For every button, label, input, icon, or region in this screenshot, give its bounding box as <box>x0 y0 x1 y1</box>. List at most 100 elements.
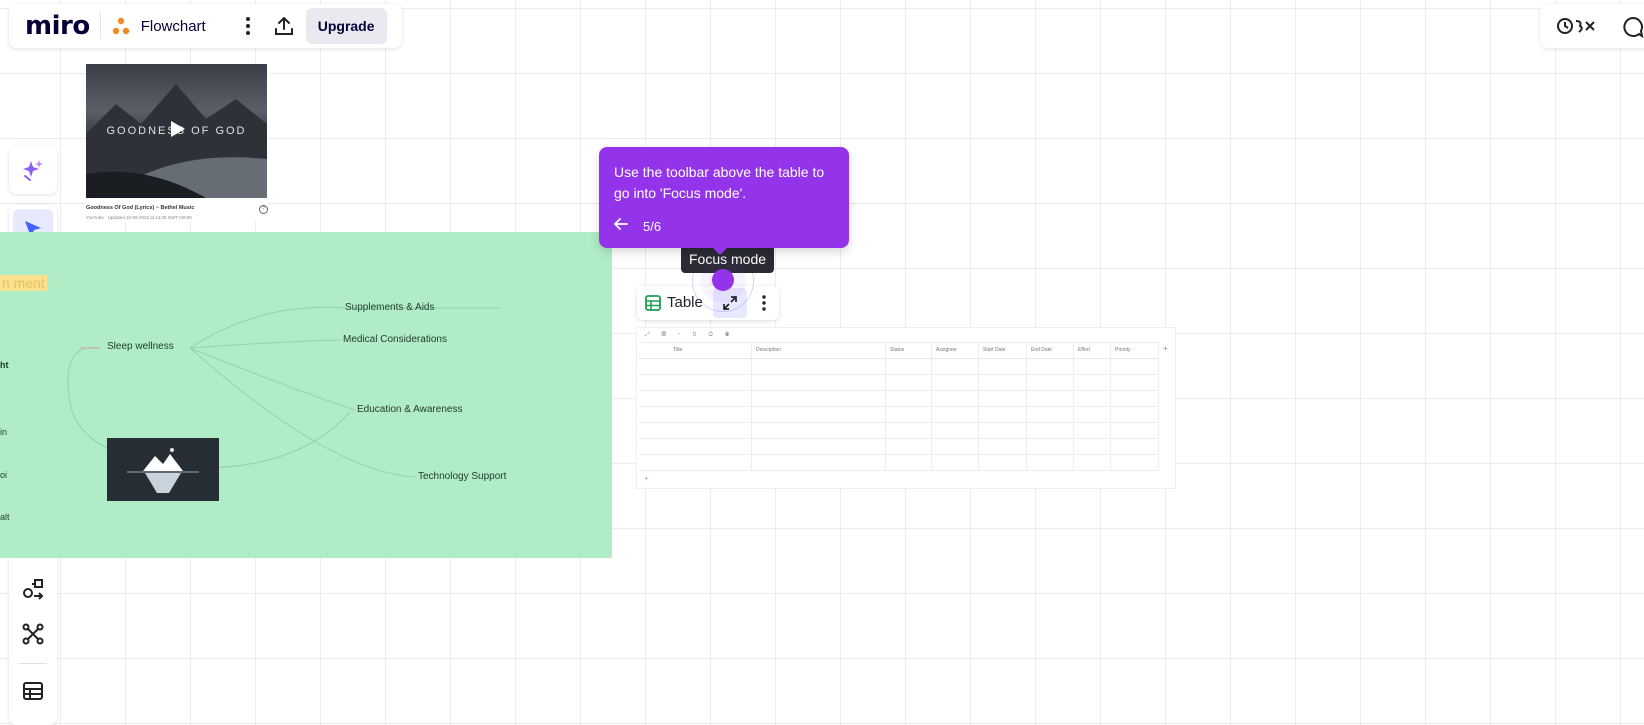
table-cell[interactable] <box>669 407 752 422</box>
column-header[interactable]: Title <box>669 343 752 358</box>
column-header[interactable]: Assignee <box>932 343 979 358</box>
table-cell[interactable] <box>1027 455 1074 470</box>
mindmap-tool[interactable] <box>13 614 53 654</box>
table-cell[interactable] <box>752 439 886 454</box>
table-cell[interactable] <box>886 391 932 406</box>
table-cell[interactable] <box>669 423 752 438</box>
help-icon[interactable]: ? <box>259 205 268 214</box>
mindmap-frame[interactable]: n ment ht in oi alt Sleep wellness Suppl… <box>0 232 612 558</box>
table-cell[interactable] <box>979 439 1027 454</box>
mindmap-root-node[interactable]: n ment <box>0 275 47 291</box>
table-cell[interactable] <box>886 439 932 454</box>
table-cell[interactable] <box>932 391 979 406</box>
board-name[interactable]: Flowchart <box>141 18 206 35</box>
mindmap-node-sleep-wellness[interactable]: Sleep wellness <box>107 341 174 352</box>
column-header[interactable]: Start Date <box>979 343 1027 358</box>
table-cell[interactable] <box>639 455 669 470</box>
table-cell[interactable] <box>752 375 886 390</box>
ai-assist-button[interactable] <box>9 146 57 194</box>
table-cell[interactable] <box>639 423 669 438</box>
table-cell[interactable] <box>1027 407 1074 422</box>
table-cell[interactable] <box>1074 439 1111 454</box>
table-cell[interactable] <box>886 375 932 390</box>
table-cell[interactable] <box>1074 423 1111 438</box>
table-more-button[interactable] <box>751 288 777 318</box>
table-cell[interactable] <box>1027 375 1074 390</box>
table-row[interactable] <box>639 455 1159 471</box>
table-cell[interactable] <box>1111 375 1159 390</box>
board-menu-button[interactable] <box>230 8 266 44</box>
table-cell[interactable] <box>932 439 979 454</box>
miro-logo[interactable]: miro <box>25 11 90 41</box>
table-cell[interactable] <box>1027 391 1074 406</box>
mindmap-node-education[interactable]: Education & Awareness <box>357 404 462 415</box>
table-cell[interactable] <box>1111 391 1159 406</box>
column-header[interactable]: Description <box>752 343 886 358</box>
chat-icon[interactable] <box>1622 16 1644 43</box>
table-cell[interactable] <box>669 391 752 406</box>
table-row[interactable] <box>639 439 1159 455</box>
timer-reactions-icon[interactable] <box>1556 16 1600 41</box>
table-cell[interactable] <box>1111 407 1159 422</box>
add-column-button[interactable]: + <box>1163 344 1168 353</box>
table-cell[interactable] <box>1074 359 1111 374</box>
table-cell[interactable] <box>1111 359 1159 374</box>
table-cell[interactable] <box>1074 375 1111 390</box>
table-cell[interactable] <box>669 455 752 470</box>
table-row[interactable] <box>639 407 1159 423</box>
table-cell[interactable] <box>886 455 932 470</box>
table-cell[interactable] <box>932 359 979 374</box>
table-cell[interactable] <box>752 391 886 406</box>
table-row[interactable] <box>639 423 1159 439</box>
play-icon[interactable] <box>170 120 186 138</box>
column-header[interactable]: Status <box>886 343 932 358</box>
column-header[interactable]: Effort <box>1074 343 1111 358</box>
mindmap-node-supplements[interactable]: Supplements & Aids <box>345 302 435 313</box>
table-cell[interactable] <box>1027 439 1074 454</box>
table-cell[interactable] <box>752 423 886 438</box>
table-tool[interactable] <box>13 671 53 711</box>
table-cell[interactable] <box>979 407 1027 422</box>
upgrade-button[interactable]: Upgrade <box>305 8 387 44</box>
table-cell[interactable] <box>1074 391 1111 406</box>
table-row[interactable] <box>639 391 1159 407</box>
table-cell[interactable] <box>886 423 932 438</box>
table-cell[interactable] <box>1111 423 1159 438</box>
video-embed-card[interactable]: GOODNESS OF GOD Goodness Of God (Lyrics)… <box>86 64 269 222</box>
mindmap-node-technology[interactable]: Technology Support <box>418 471 506 482</box>
table-cell[interactable] <box>1111 439 1159 454</box>
column-header[interactable]: End Date <box>1027 343 1074 358</box>
table-cell[interactable] <box>752 359 886 374</box>
table-cell[interactable] <box>1111 455 1159 470</box>
arrow-left-icon[interactable] <box>614 217 628 233</box>
table-cell[interactable] <box>639 391 669 406</box>
diagram-tool[interactable] <box>13 569 53 609</box>
table-cell[interactable] <box>669 375 752 390</box>
table-cell[interactable] <box>752 455 886 470</box>
table-row[interactable] <box>639 375 1159 391</box>
mindmap-node-medical[interactable]: Medical Considerations <box>343 334 447 345</box>
table-cell[interactable] <box>669 439 752 454</box>
table-cell[interactable] <box>886 407 932 422</box>
iceberg-image[interactable] <box>107 438 219 501</box>
table-widget[interactable]: ⤢ ▦ ▿ ⇅ ◎ ◉ Title Description Status Ass… <box>636 327 1176 489</box>
add-row-button[interactable]: + <box>644 474 649 483</box>
table-cell[interactable] <box>979 375 1027 390</box>
table-cell[interactable] <box>979 391 1027 406</box>
onboarding-hotspot[interactable] <box>712 269 734 291</box>
table-cell[interactable] <box>639 375 669 390</box>
table-cell[interactable] <box>979 455 1027 470</box>
table-cell[interactable] <box>1027 359 1074 374</box>
table-cell[interactable] <box>932 375 979 390</box>
table-cell[interactable] <box>1074 455 1111 470</box>
table-cell[interactable] <box>979 359 1027 374</box>
table-cell[interactable] <box>1074 407 1111 422</box>
table-cell[interactable] <box>639 359 669 374</box>
table-cell[interactable] <box>669 359 752 374</box>
table-cell[interactable] <box>639 439 669 454</box>
table-cell[interactable] <box>932 423 979 438</box>
column-header[interactable]: Priority <box>1111 343 1159 358</box>
video-thumbnail[interactable]: GOODNESS OF GOD <box>86 64 267 198</box>
table-cell[interactable] <box>639 407 669 422</box>
table-cell[interactable] <box>886 359 932 374</box>
